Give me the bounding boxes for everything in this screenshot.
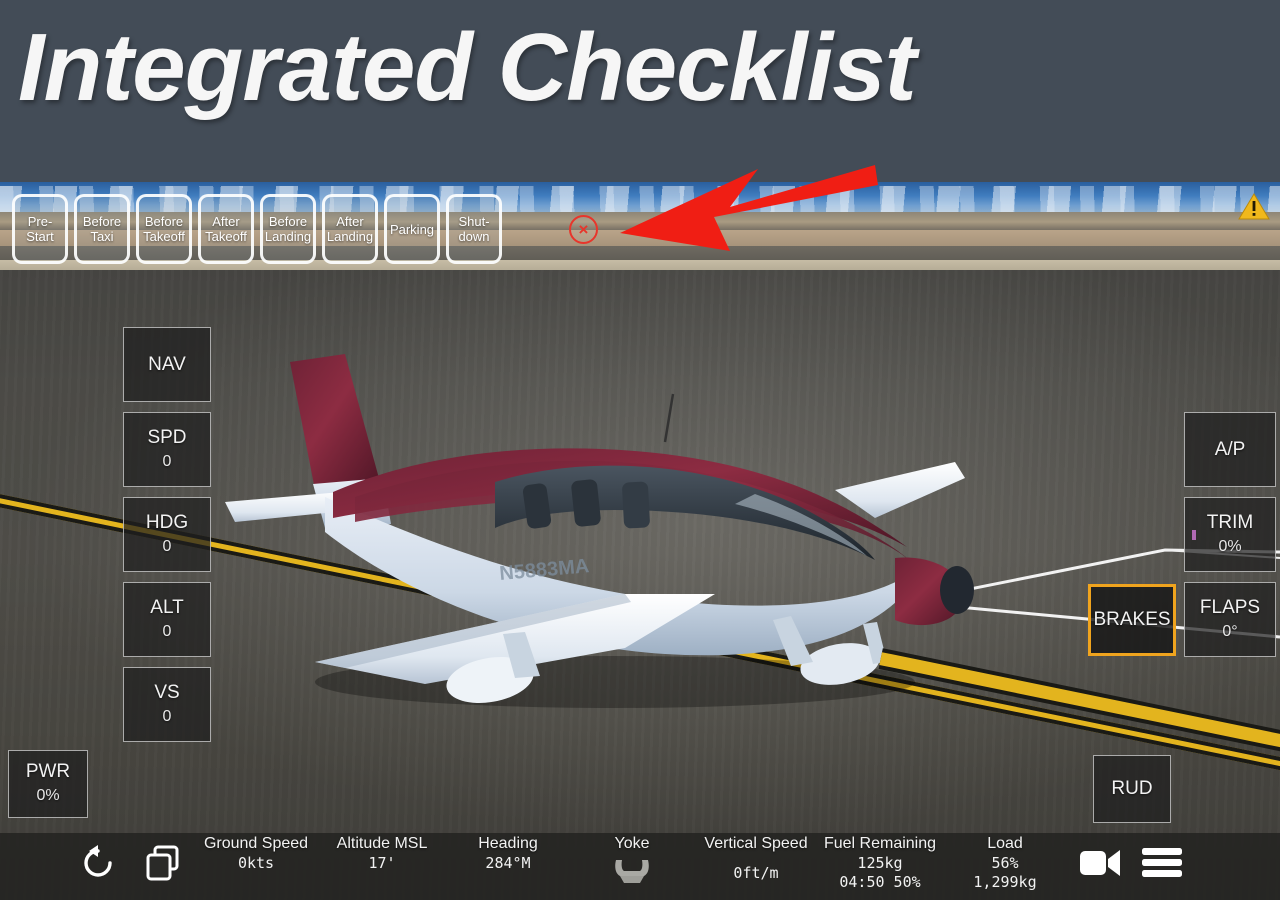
- hdg-label: HDG: [145, 511, 189, 533]
- title-banner: Integrated Checklist: [0, 0, 1280, 182]
- power-button[interactable]: PWR 0%: [8, 750, 88, 818]
- nav-label: NAV: [148, 353, 186, 375]
- close-checklist-button[interactable]: ×: [569, 215, 598, 244]
- readout-label: Load: [987, 835, 1023, 852]
- warning-triangle-icon[interactable]: [1238, 192, 1270, 221]
- tab-label-line2: Takeoff: [205, 229, 247, 244]
- readout-yoke: Yoke: [586, 834, 678, 889]
- tab-label-line1: After: [336, 214, 364, 229]
- tab-label-line2: down: [458, 229, 490, 244]
- tab-label-line2: Taxi: [90, 229, 114, 244]
- readout-heading: Heading 284°M: [450, 834, 566, 873]
- nav-button[interactable]: NAV: [123, 327, 211, 402]
- autopilot-label: A/P: [1214, 438, 1246, 460]
- spd-button[interactable]: SPD 0: [123, 412, 211, 487]
- tab-label-line2: Landing: [264, 229, 312, 244]
- readout-fuel-remaining: Fuel Remaining 125kg 04:50 50%: [818, 834, 942, 892]
- tab-label-line1: Pre-: [27, 214, 53, 229]
- readout-value: 284°M: [485, 854, 531, 872]
- tab-label-line1: Before: [268, 214, 308, 229]
- aircraft-cirrus-sr22: N5883MA: [225, 354, 974, 708]
- page-title: Integrated Checklist: [18, 14, 917, 121]
- tab-label-line1: Before: [82, 214, 122, 229]
- readout-value: 17': [368, 854, 396, 872]
- trim-value: 0%: [1218, 537, 1242, 555]
- readout-ground-speed: Ground Speed 0kts: [196, 834, 316, 873]
- checklist-tab-before-taxi[interactable]: Before Taxi: [74, 194, 130, 264]
- power-label: PWR: [25, 761, 71, 782]
- checklist-tab-before-landing[interactable]: Before Landing: [260, 194, 316, 264]
- spd-label: SPD: [147, 426, 187, 448]
- checklist-tab-after-landing[interactable]: After Landing: [322, 194, 378, 264]
- tab-label-line2: Landing: [326, 229, 374, 244]
- vs-button[interactable]: VS 0: [123, 667, 211, 742]
- svg-text:N5883MA: N5883MA: [499, 555, 591, 585]
- readout-vertical-speed: Vertical Speed 0ft/m: [696, 834, 816, 883]
- brakes-button[interactable]: BRAKES: [1088, 584, 1176, 656]
- flight-simulator-screen: Integrated Checklist N5883MA Pre- Start …: [0, 0, 1280, 900]
- tab-label-line1: Parking: [389, 221, 435, 237]
- readout-load: Load 56% 1,299kg: [950, 834, 1060, 892]
- readout-label: Heading: [478, 835, 538, 852]
- power-value: 0%: [36, 787, 60, 804]
- checklist-tab-strip[interactable]: Pre- Start Before Taxi Before Takeoff Af…: [12, 194, 502, 264]
- hdg-button[interactable]: HDG 0: [123, 497, 211, 572]
- alt-value: 0: [162, 622, 172, 640]
- readout-value: 0kts: [237, 854, 275, 872]
- readout-label: Yoke: [614, 835, 650, 852]
- alt-label: ALT: [150, 596, 184, 618]
- checklist-tab-parking[interactable]: Parking: [384, 194, 440, 264]
- readout-label: Vertical Speed: [704, 835, 808, 852]
- readout-value-secondary: 04:50 50%: [839, 873, 921, 891]
- flaps-label: FLAPS: [1199, 596, 1261, 618]
- readout-label: Ground Speed: [203, 835, 309, 852]
- checklist-tab-before-takeoff[interactable]: Before Takeoff: [136, 194, 192, 264]
- duplicate-icon[interactable]: [143, 843, 183, 883]
- tab-label-line1: Shut-: [458, 214, 490, 229]
- yoke-icon: [615, 860, 649, 883]
- flaps-value: 0°: [1222, 622, 1238, 640]
- checklist-tab-pre-start[interactable]: Pre- Start: [12, 194, 68, 264]
- close-icon: ×: [578, 220, 589, 239]
- brakes-label: BRAKES: [1093, 609, 1171, 630]
- readout-label: Altitude MSL: [336, 835, 428, 852]
- autopilot-button[interactable]: A/P: [1184, 412, 1276, 487]
- alt-button[interactable]: ALT 0: [123, 582, 211, 657]
- spd-value: 0: [162, 452, 172, 470]
- tab-label-line2: Start: [26, 229, 54, 244]
- tab-label-line2: Takeoff: [143, 229, 185, 244]
- tab-label-line1: Before: [144, 214, 184, 229]
- tab-label-line1: After: [212, 214, 240, 229]
- readout-value-secondary: 1,299kg: [973, 873, 1037, 891]
- hdg-value: 0: [162, 537, 172, 555]
- vs-label: VS: [154, 681, 180, 703]
- rudder-label: RUD: [1111, 778, 1153, 799]
- checklist-tab-after-takeoff[interactable]: After Takeoff: [198, 194, 254, 264]
- trim-indicator: [1192, 529, 1196, 540]
- readout-value: 0ft/m: [733, 864, 779, 882]
- camera-icon[interactable]: [1078, 845, 1122, 881]
- hamburger-menu-icon[interactable]: [1140, 846, 1184, 880]
- trim-button[interactable]: TRIM 0%: [1184, 497, 1276, 572]
- readout-altitude-msl: Altitude MSL 17': [322, 834, 442, 873]
- vs-value: 0: [162, 707, 172, 725]
- checklist-tab-shutdown[interactable]: Shut- down: [446, 194, 502, 264]
- reset-icon[interactable]: [78, 843, 118, 883]
- readout-label: Fuel Remaining: [823, 835, 937, 852]
- readout-value: 56%: [991, 854, 1019, 872]
- readout-value: 125kg: [857, 854, 903, 872]
- flaps-button[interactable]: FLAPS 0°: [1184, 582, 1276, 657]
- rudder-button[interactable]: RUD: [1093, 755, 1171, 823]
- trim-label: TRIM: [1206, 511, 1254, 533]
